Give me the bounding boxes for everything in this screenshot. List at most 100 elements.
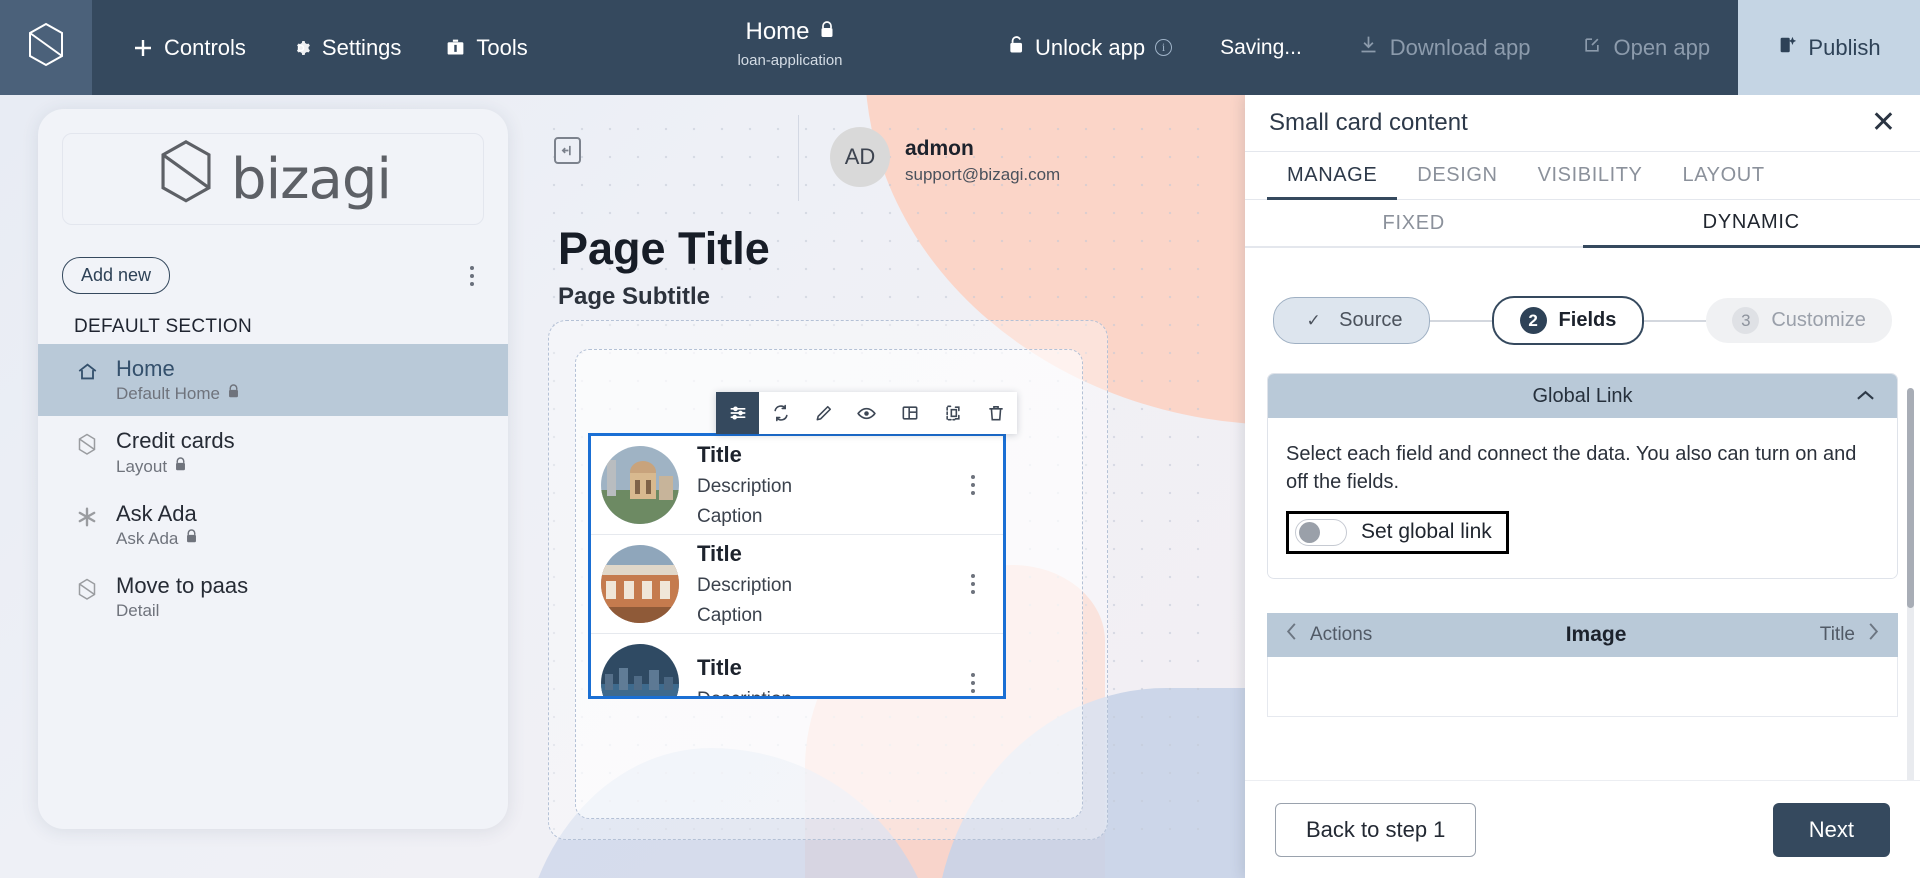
step-connector bbox=[1429, 319, 1492, 322]
nav-settings[interactable]: Settings bbox=[268, 0, 424, 95]
field-next-button[interactable]: Title bbox=[1820, 622, 1880, 647]
palace-facade-photo bbox=[601, 545, 679, 623]
hexagon-icon bbox=[74, 428, 100, 456]
download-app-button[interactable]: Download app bbox=[1332, 34, 1557, 61]
tab-manage[interactable]: MANAGE bbox=[1267, 164, 1398, 200]
sidebar-item-label: Credit cards bbox=[116, 428, 235, 454]
sidebar-item-sublabel: Layout bbox=[116, 456, 168, 476]
publish-button[interactable]: Publish bbox=[1738, 0, 1920, 95]
eye-preview-icon[interactable] bbox=[845, 392, 888, 434]
nav-controls-label: Controls bbox=[164, 34, 246, 60]
tab-design[interactable]: DESIGN bbox=[1397, 164, 1517, 200]
field-prev-button[interactable]: Actions bbox=[1285, 622, 1372, 647]
open-lock-icon bbox=[1008, 35, 1025, 61]
sidebar-item-sublabel: Ask Ada bbox=[116, 528, 179, 548]
publish-icon bbox=[1777, 34, 1797, 62]
nav-settings-label: Settings bbox=[321, 34, 402, 60]
swap-refresh-icon[interactable] bbox=[759, 392, 802, 434]
card-title: Title bbox=[697, 541, 742, 566]
panel-body: ✓ Source 2 Fields 3 Customize Global Lin… bbox=[1245, 248, 1920, 780]
page-editor: AD admon support@bizagi.com Page Title P… bbox=[540, 115, 1220, 855]
step-fields-label: Fields bbox=[1558, 309, 1617, 331]
subtab-dynamic[interactable]: DYNAMIC bbox=[1582, 200, 1920, 248]
list-item[interactable]: Title Description bbox=[591, 634, 1003, 696]
lock-icon bbox=[227, 384, 240, 404]
kebab-menu-icon[interactable] bbox=[971, 574, 975, 594]
chevron-up-icon[interactable] bbox=[1856, 385, 1875, 408]
sidebar-item-credit-cards[interactable]: Credit cards Layout bbox=[38, 416, 508, 488]
lock-icon bbox=[174, 456, 187, 477]
widget-toolbar bbox=[716, 392, 1017, 434]
sidebar-item-label: Ask Ada bbox=[116, 500, 197, 526]
global-link-header[interactable]: Global Link bbox=[1268, 374, 1897, 418]
set-global-link-label: Set global link bbox=[1361, 520, 1492, 544]
canvas-page-title: Page Title bbox=[558, 223, 770, 274]
section-label: DEFAULT SECTION bbox=[74, 316, 252, 337]
subtab-fixed[interactable]: FIXED bbox=[1245, 200, 1583, 248]
top-toolbar: Controls Settings Tools Home loan-applic… bbox=[0, 0, 1920, 95]
add-new-button[interactable]: Add new bbox=[62, 257, 171, 294]
app-logo-button[interactable] bbox=[0, 0, 92, 95]
step-check-icon: ✓ bbox=[1306, 310, 1321, 330]
tab-layout[interactable]: LAYOUT bbox=[1663, 164, 1785, 200]
tab-visibility[interactable]: VISIBILITY bbox=[1518, 164, 1663, 200]
layout-panel-icon[interactable] bbox=[888, 392, 931, 434]
step-source-label: Source bbox=[1339, 309, 1403, 331]
global-link-description: Select each field and connect the data. … bbox=[1286, 443, 1857, 494]
bizagi-hexagon-logo-icon-large bbox=[155, 139, 217, 219]
step-fields[interactable]: 2 Fields bbox=[1491, 296, 1645, 345]
set-global-link-toggle[interactable] bbox=[1295, 518, 1347, 546]
kebab-menu-icon[interactable] bbox=[971, 475, 975, 495]
small-card-list[interactable]: Title Description Caption Title Descript… bbox=[588, 433, 1006, 699]
global-link-title: Global Link bbox=[1532, 384, 1633, 407]
sidebar-item-sublabel: Default Home bbox=[116, 384, 220, 404]
kebab-menu-icon[interactable] bbox=[460, 260, 484, 292]
field-content-area bbox=[1267, 656, 1898, 717]
sliders-settings-icon[interactable] bbox=[716, 392, 759, 434]
open-app-button[interactable]: Open app bbox=[1556, 35, 1736, 61]
external-link-icon bbox=[1582, 35, 1602, 61]
step-customize[interactable]: 3 Customize bbox=[1706, 298, 1892, 343]
sidebar-item-ask-ada[interactable]: Ask Ada Ask Ada bbox=[38, 489, 508, 561]
pencil-edit-icon[interactable] bbox=[802, 392, 845, 434]
kebab-menu-icon[interactable] bbox=[971, 673, 975, 693]
field-current-label: Image bbox=[1565, 622, 1627, 646]
avatar[interactable]: AD bbox=[830, 127, 890, 187]
bizagi-wordmark: bizagi bbox=[155, 139, 392, 219]
unlock-app-button[interactable]: Unlock app i bbox=[990, 35, 1190, 61]
close-icon[interactable]: ✕ bbox=[1871, 108, 1896, 138]
step-number: 2 bbox=[1519, 307, 1547, 334]
panel-header: Small card content ✕ bbox=[1245, 95, 1920, 152]
scrollbar-thumb[interactable] bbox=[1907, 388, 1914, 608]
nav-tools[interactable]: Tools bbox=[423, 0, 549, 95]
step-connector bbox=[1644, 319, 1707, 322]
panel-scrollbar[interactable] bbox=[1907, 388, 1914, 780]
lock-icon bbox=[185, 529, 198, 549]
back-to-step-1-button[interactable]: Back to step 1 bbox=[1275, 802, 1477, 857]
step-customize-label: Customize bbox=[1771, 309, 1866, 331]
sidebar-item-move-to-paas[interactable]: Move to paas Detail bbox=[38, 561, 508, 633]
current-page-title-block: Home loan-application bbox=[640, 18, 940, 69]
toggle-knob bbox=[1299, 522, 1320, 544]
info-icon[interactable]: i bbox=[1155, 39, 1173, 56]
trash-icon[interactable] bbox=[974, 392, 1017, 434]
canvas-page-subtitle: Page Subtitle bbox=[558, 283, 711, 310]
nav-controls[interactable]: Controls bbox=[110, 0, 268, 95]
saving-status: Saving... bbox=[1220, 35, 1302, 59]
step-source[interactable]: ✓ Source bbox=[1273, 297, 1430, 344]
download-icon bbox=[1358, 34, 1379, 61]
sidebar-item-label: Move to paas bbox=[116, 572, 249, 598]
design-canvas: bizagi Add new DEFAULT SECTION Home Defa… bbox=[0, 95, 1245, 878]
duplicate-icon[interactable] bbox=[931, 392, 974, 434]
list-item[interactable]: Title Description Caption bbox=[591, 535, 1003, 634]
sidebar-item-home[interactable]: Home Default Home bbox=[38, 344, 508, 417]
card-description: Description bbox=[697, 689, 792, 696]
chevron-right-icon bbox=[1867, 622, 1880, 647]
list-item[interactable]: Title Description Caption bbox=[591, 436, 1003, 535]
next-button[interactable]: Next bbox=[1772, 802, 1890, 857]
open-app-label: Open app bbox=[1613, 34, 1711, 60]
collapse-panel-icon[interactable] bbox=[554, 137, 581, 164]
coastal-city-photo bbox=[601, 644, 679, 696]
page-title-text: Home bbox=[745, 18, 810, 45]
set-global-link-control[interactable]: Set global link bbox=[1286, 510, 1509, 554]
